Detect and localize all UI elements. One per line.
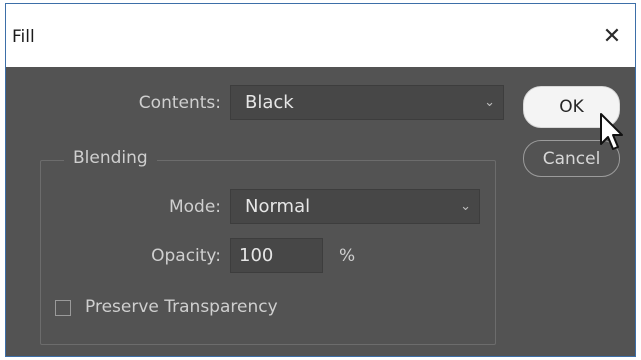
title-bar: Fill ✕ xyxy=(6,4,635,67)
ok-button-label: OK xyxy=(559,97,584,117)
opacity-value: 100 xyxy=(239,245,274,266)
opacity-input[interactable]: 100 xyxy=(230,238,323,273)
blending-group-title: Blending xyxy=(64,148,157,168)
mode-select[interactable]: Normal ⌄ xyxy=(230,189,480,224)
cancel-button-label: Cancel xyxy=(542,148,601,169)
pointer-cursor-icon xyxy=(600,113,623,150)
contents-label: Contents: xyxy=(138,93,221,113)
preserve-transparency-checkbox[interactable] xyxy=(55,300,71,316)
blending-group: Blending Mode: Normal ⌄ Opacity: 100 % P… xyxy=(40,148,496,345)
close-button[interactable]: ✕ xyxy=(589,18,635,54)
contents-value: Black xyxy=(245,92,294,113)
contents-select[interactable]: Black ⌄ xyxy=(230,85,504,120)
fill-dialog: Fill ✕ Contents: Black ⌄ Blending Mode: … xyxy=(5,3,636,357)
mode-label: Mode: xyxy=(168,197,221,217)
chevron-down-icon: ⌄ xyxy=(484,95,495,110)
mode-value: Normal xyxy=(245,196,311,217)
opacity-unit: % xyxy=(339,246,356,266)
preserve-transparency-label[interactable]: Preserve Transparency xyxy=(85,297,278,317)
chevron-down-icon: ⌄ xyxy=(460,199,471,214)
dialog-title: Fill xyxy=(12,27,35,47)
opacity-label: Opacity: xyxy=(151,246,221,266)
close-icon: ✕ xyxy=(602,23,622,49)
